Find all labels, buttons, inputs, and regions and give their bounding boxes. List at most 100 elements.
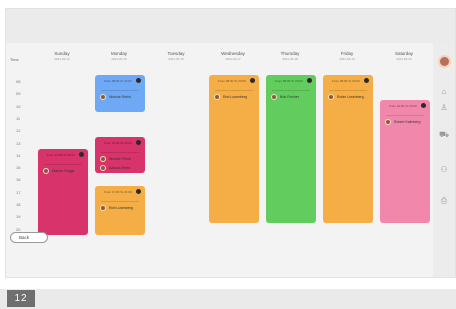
day-header: Tuesday 2021-03-16 [148, 51, 204, 61]
hour-label: 17 [16, 189, 21, 195]
time-header: Time [10, 57, 19, 62]
avatar [43, 167, 49, 174]
week-grid: Sunday 2021-03-14 From 14:00 To 21:00 Diann… [34, 43, 434, 277]
hour-label: 09 [16, 91, 21, 97]
day-name: Sunday [54, 51, 70, 56]
home-icon[interactable]: ⌂ [439, 87, 449, 97]
day-name: Friday [340, 51, 354, 56]
shift-block[interactable]: From 13:00 To 16:00 Nichole Prime Aalvaro … [95, 136, 145, 174]
day-header: Friday 2021-03-19 [319, 51, 375, 61]
day-date: 2021-03-20 [396, 57, 412, 61]
info-icon[interactable] [250, 78, 255, 83]
divider [272, 90, 310, 91]
divider [215, 90, 253, 91]
day-header: Wednesday 2021-03-17 [205, 51, 261, 61]
shift-block[interactable]: From 08:00 To 11:00 Nichole Robin [95, 75, 145, 112]
shift-time: From 10:00 To 20:00 [389, 103, 417, 108]
day-header: Saturday 2021-03-20 [376, 51, 432, 61]
hour-label: 19 [16, 214, 21, 220]
person-name: Robert Kalmberg [394, 119, 421, 124]
info-icon[interactable] [307, 78, 312, 83]
footer-strip [0, 289, 456, 309]
shift-block[interactable]: From 08:00 To 20:00 Robin Lusenberg [323, 75, 373, 223]
avatar [100, 164, 106, 171]
info-icon[interactable] [136, 139, 141, 145]
day-name: Saturday [394, 51, 413, 56]
info-icon[interactable] [136, 188, 141, 194]
day-name: Monday [110, 51, 127, 56]
divider [101, 151, 139, 153]
day-date: 2021-03-15 [111, 57, 127, 61]
shift-block[interactable]: From 10:00 To 20:00 Robert Kalmberg [380, 99, 430, 223]
page-badge: 12 [7, 290, 35, 307]
avatar [214, 94, 220, 100]
day-name: Wednesday [221, 51, 245, 56]
hour-label: 14 [16, 152, 21, 158]
divider [329, 90, 367, 91]
shift-time: From 08:00 To 20:00 [332, 79, 360, 83]
info-icon[interactable] [79, 151, 84, 157]
hour-label: 12 [16, 128, 21, 134]
day-column-wednesday[interactable]: Wednesday 2021-03-17 From 08:00 To 20:00 Ro… [205, 43, 261, 277]
day-header: Sunday 2021-03-14 [34, 51, 90, 61]
avatar [100, 204, 106, 211]
hour-label: 10 [16, 103, 21, 109]
day-header: Thursday 2021-03-18 [262, 51, 318, 61]
shift-block[interactable]: From 08:00 To 20:00 Rob Lusenberg [209, 75, 259, 223]
hour-label: 11 [16, 115, 21, 121]
person-name: Bob Fincher [280, 95, 299, 99]
avatar [100, 155, 106, 162]
hour-label: 13 [16, 140, 21, 146]
back-button[interactable]: Back [10, 232, 48, 243]
person-name: Aalvaro Rees [109, 165, 131, 170]
shift-time: From 08:00 To 11:00 [104, 79, 132, 83]
hour-label: 16 [16, 177, 21, 183]
day-column-friday[interactable]: Friday 2021-03-19 From 08:00 To 20:00 Robin… [319, 43, 375, 277]
group-icon[interactable]: ⚇ [439, 165, 449, 175]
truck-icon[interactable]: ⛟ [439, 130, 449, 140]
shift-time: From 08:00 To 20:00 [218, 79, 246, 83]
person-name: Dianne Fixgge [52, 168, 75, 173]
shift-time: From 08:00 To 20:00 [275, 79, 303, 83]
person-name: Rob Lusenberg [109, 205, 133, 210]
user-avatar[interactable] [438, 55, 451, 68]
shift-time: From 14:00 To 21:00 [47, 152, 75, 157]
top-bar [6, 9, 455, 43]
day-name: Tuesday [167, 51, 185, 56]
person-name: Robin Lusenberg [337, 95, 364, 99]
divider [44, 163, 82, 165]
camera-icon[interactable]: ⎙ [439, 196, 449, 206]
avatar [328, 94, 334, 100]
day-date: 2021-03-19 [339, 57, 355, 61]
avatar [100, 94, 106, 100]
info-icon[interactable] [136, 78, 141, 83]
hour-label: 20 [16, 226, 21, 232]
shift-block[interactable]: From 14:00 To 21:00 Dianne Fixgge [38, 148, 88, 235]
app-window: Time 0809101112131415161718192021 Sunday… [5, 8, 456, 278]
right-panel: ⌂ ♙ ⛟ ⚇ ⎙ [433, 43, 455, 277]
shift-time: From 13:00 To 16:00 [104, 140, 132, 145]
hour-label: 15 [16, 165, 21, 171]
person-name: Rob Lusenberg [223, 95, 247, 99]
divider [101, 90, 139, 91]
person-name: Nichole Robin [109, 95, 131, 99]
day-column-tuesday[interactable]: Tuesday 2021-03-16 [148, 43, 204, 277]
shift-block[interactable]: From 17:00 To 21:00 Rob Lusenberg [95, 185, 145, 235]
info-icon[interactable] [364, 78, 369, 83]
day-header: Monday 2021-03-15 [91, 51, 147, 61]
hour-label: 08 [16, 79, 21, 84]
shift-block[interactable]: From 08:00 To 20:00 Bob Fincher [266, 75, 316, 223]
day-name: Thursday [280, 51, 300, 56]
day-date: 2021-03-14 [54, 57, 70, 61]
day-column-monday[interactable]: Monday 2021-03-15 From 08:00 To 11:00 Nicho… [91, 43, 147, 277]
day-date: 2021-03-17 [225, 57, 241, 61]
divider [101, 200, 139, 202]
user-icon[interactable]: ♙ [439, 103, 449, 113]
day-column-saturday[interactable]: Saturday 2021-03-20 From 10:00 To 20:00 Rob… [376, 43, 432, 277]
info-icon[interactable] [421, 102, 426, 108]
shift-time: From 17:00 To 21:00 [104, 189, 132, 194]
divider [386, 114, 424, 116]
avatar [385, 118, 391, 125]
day-column-thursday[interactable]: Thursday 2021-03-18 From 08:00 To 20:00 Bob… [262, 43, 318, 277]
person-name: Nichole Prime [109, 156, 131, 161]
